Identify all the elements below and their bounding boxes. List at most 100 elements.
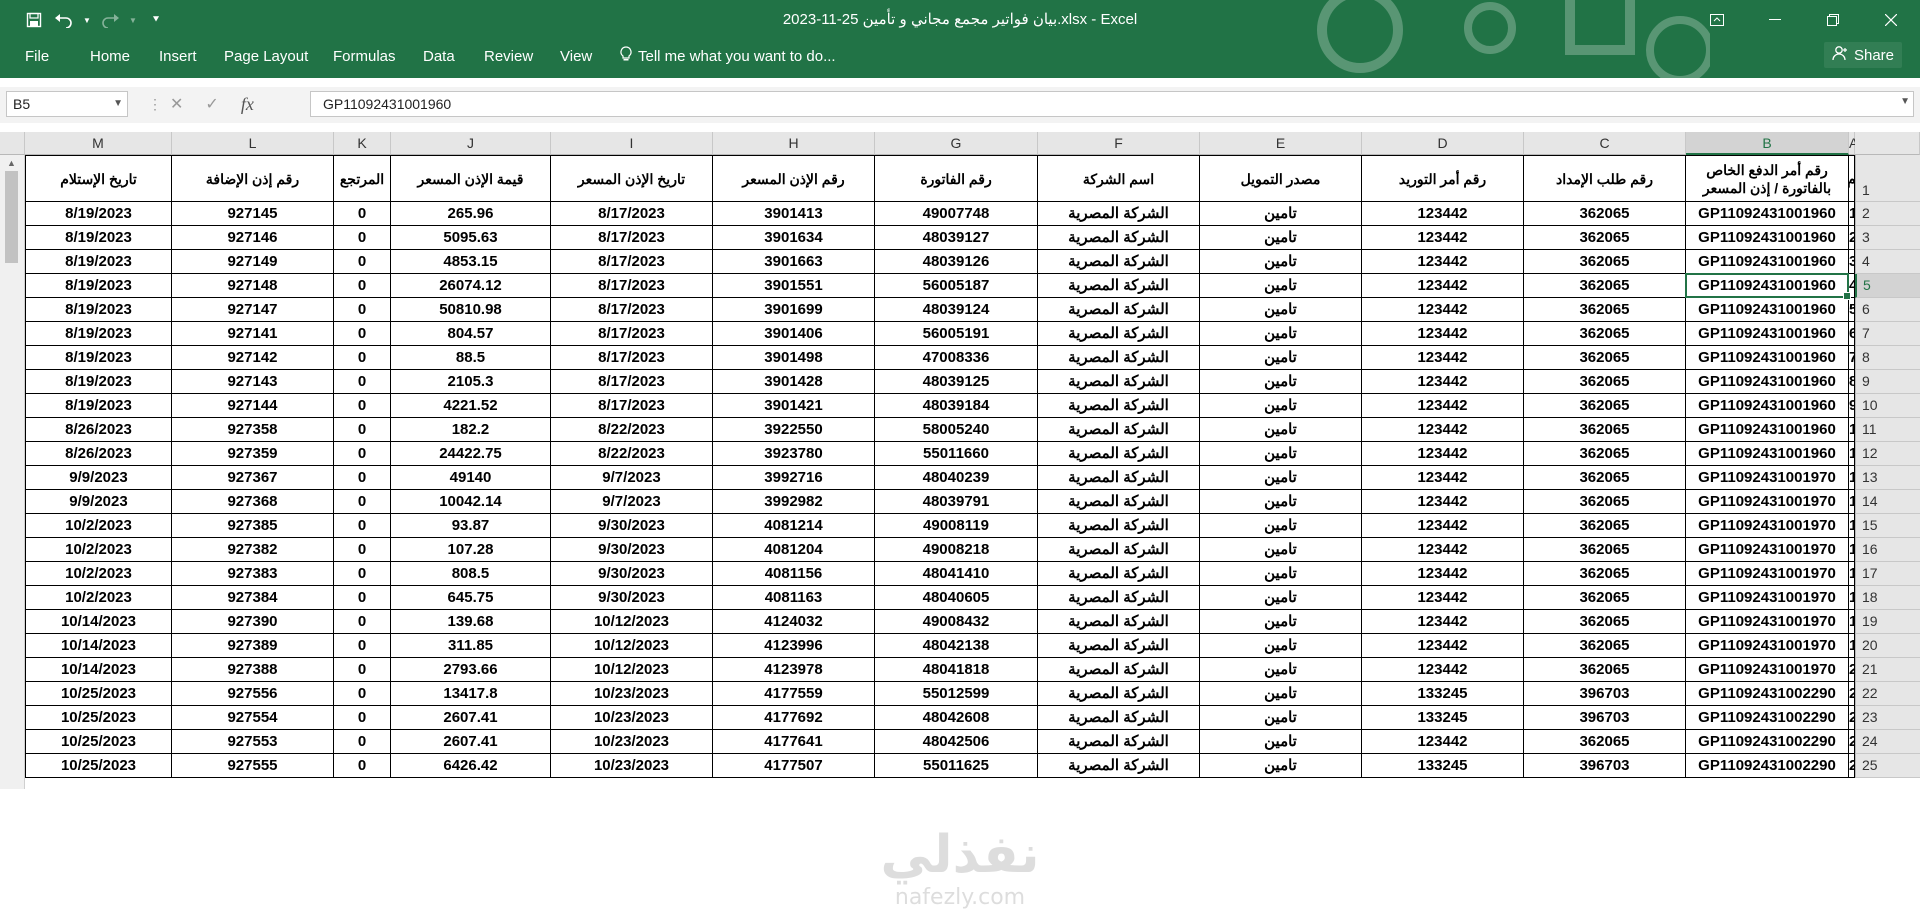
header-cell-h[interactable]: رقم الإذن المسعر [713, 155, 875, 202]
cell-g2[interactable]: 49007748 [875, 202, 1038, 226]
cell-h11[interactable]: 3922550 [713, 418, 875, 442]
cell-j15[interactable]: 93.87 [391, 514, 551, 538]
cell-f17[interactable]: الشركة المصرية [1038, 562, 1200, 586]
column-header-b[interactable]: B [1686, 132, 1849, 155]
cell-l24[interactable]: 927553 [172, 730, 334, 754]
cell-m21[interactable]: 10/14/2023 [25, 658, 172, 682]
column-header-e[interactable]: E [1200, 132, 1362, 155]
row-header-24[interactable]: 24 [1855, 730, 1920, 754]
cell-d19[interactable]: 123442 [1362, 610, 1524, 634]
header-cell-e[interactable]: مصدر التمويل [1200, 155, 1362, 202]
formula-bar-resize-handle[interactable]: ⋮ [148, 96, 162, 113]
cell-h17[interactable]: 4081156 [713, 562, 875, 586]
cell-h19[interactable]: 4124032 [713, 610, 875, 634]
header-cell-m[interactable]: تاريخ الإستلام [25, 155, 172, 202]
cell-b22[interactable]: GP11092431002290 [1686, 682, 1849, 706]
cell-l6[interactable]: 927147 [172, 298, 334, 322]
row-header-13[interactable]: 13 [1855, 466, 1920, 490]
cell-l17[interactable]: 927383 [172, 562, 334, 586]
column-header-m[interactable]: M [25, 132, 172, 155]
cell-i22[interactable]: 10/23/2023 [551, 682, 713, 706]
row-header-20[interactable]: 20 [1855, 634, 1920, 658]
cell-j3[interactable]: 5095.63 [391, 226, 551, 250]
cell-l3[interactable]: 927146 [172, 226, 334, 250]
cell-e25[interactable]: تامين [1200, 754, 1362, 778]
cell-e11[interactable]: تامين [1200, 418, 1362, 442]
cell-i11[interactable]: 8/22/2023 [551, 418, 713, 442]
expand-formula-bar-icon[interactable]: ▼ [1900, 96, 1910, 107]
chevron-down-icon[interactable]: ▼ [113, 92, 123, 116]
cell-i17[interactable]: 9/30/2023 [551, 562, 713, 586]
cell-g3[interactable]: 48039127 [875, 226, 1038, 250]
cell-m14[interactable]: 9/9/2023 [25, 490, 172, 514]
cell-h25[interactable]: 4177507 [713, 754, 875, 778]
cell-b14[interactable]: GP11092431001970 [1686, 490, 1849, 514]
cell-j20[interactable]: 311.85 [391, 634, 551, 658]
row-header-16[interactable]: 16 [1855, 538, 1920, 562]
cell-i12[interactable]: 8/22/2023 [551, 442, 713, 466]
cell-k24[interactable]: 0 [334, 730, 391, 754]
cell-i14[interactable]: 9/7/2023 [551, 490, 713, 514]
cell-d7[interactable]: 123442 [1362, 322, 1524, 346]
cancel-icon[interactable]: ✕ [170, 94, 183, 114]
cell-j23[interactable]: 2607.41 [391, 706, 551, 730]
cell-i4[interactable]: 8/17/2023 [551, 250, 713, 274]
cell-j16[interactable]: 107.28 [391, 538, 551, 562]
cell-h7[interactable]: 3901406 [713, 322, 875, 346]
cell-k3[interactable]: 0 [334, 226, 391, 250]
cell-m18[interactable]: 10/2/2023 [25, 586, 172, 610]
cell-g22[interactable]: 55012599 [875, 682, 1038, 706]
cell-b4[interactable]: GP11092431001960 [1686, 250, 1849, 274]
share-button[interactable]: Share [1823, 42, 1902, 68]
formula-input[interactable]: GP11092431001960 [310, 91, 1914, 117]
cell-e13[interactable]: تامين [1200, 466, 1362, 490]
cell-c7[interactable]: 362065 [1524, 322, 1686, 346]
cell-c18[interactable]: 362065 [1524, 586, 1686, 610]
cell-e17[interactable]: تامين [1200, 562, 1362, 586]
cell-g21[interactable]: 48041818 [875, 658, 1038, 682]
cell-b13[interactable]: GP11092431001970 [1686, 466, 1849, 490]
cell-l4[interactable]: 927149 [172, 250, 334, 274]
cell-m6[interactable]: 8/19/2023 [25, 298, 172, 322]
cell-e22[interactable]: تامين [1200, 682, 1362, 706]
insert-function-icon[interactable]: fx [241, 94, 254, 115]
cell-h20[interactable]: 4123996 [713, 634, 875, 658]
cell-i20[interactable]: 10/12/2023 [551, 634, 713, 658]
restore-icon[interactable] [1804, 0, 1862, 40]
cell-h6[interactable]: 3901699 [713, 298, 875, 322]
cell-e20[interactable]: تامين [1200, 634, 1362, 658]
cell-e14[interactable]: تامين [1200, 490, 1362, 514]
cell-d5[interactable]: 123442 [1362, 274, 1524, 298]
cell-l11[interactable]: 927358 [172, 418, 334, 442]
tab-file[interactable]: File [25, 48, 49, 65]
cell-f13[interactable]: الشركة المصرية [1038, 466, 1200, 490]
cell-m13[interactable]: 9/9/2023 [25, 466, 172, 490]
vertical-scrollbar[interactable]: ▲ [0, 155, 25, 789]
cell-d14[interactable]: 123442 [1362, 490, 1524, 514]
cell-e12[interactable]: تامين [1200, 442, 1362, 466]
cell-j4[interactable]: 4853.15 [391, 250, 551, 274]
cell-i9[interactable]: 8/17/2023 [551, 370, 713, 394]
cell-k21[interactable]: 0 [334, 658, 391, 682]
close-icon[interactable] [1862, 0, 1920, 40]
column-header-f[interactable]: F [1038, 132, 1200, 155]
cell-l8[interactable]: 927142 [172, 346, 334, 370]
row-header-17[interactable]: 17 [1855, 562, 1920, 586]
cell-j6[interactable]: 50810.98 [391, 298, 551, 322]
cell-g25[interactable]: 55011625 [875, 754, 1038, 778]
name-box[interactable]: B5 ▼ [6, 91, 128, 117]
cell-m17[interactable]: 10/2/2023 [25, 562, 172, 586]
cell-k23[interactable]: 0 [334, 706, 391, 730]
cell-d22[interactable]: 133245 [1362, 682, 1524, 706]
cell-c17[interactable]: 362065 [1524, 562, 1686, 586]
cell-h22[interactable]: 4177559 [713, 682, 875, 706]
cell-m4[interactable]: 8/19/2023 [25, 250, 172, 274]
cell-g18[interactable]: 48040605 [875, 586, 1038, 610]
cell-c5[interactable]: 362065 [1524, 274, 1686, 298]
cell-m23[interactable]: 10/25/2023 [25, 706, 172, 730]
cell-c21[interactable]: 362065 [1524, 658, 1686, 682]
cell-b12[interactable]: GP11092431001960 [1686, 442, 1849, 466]
cell-j21[interactable]: 2793.66 [391, 658, 551, 682]
cell-e7[interactable]: تامين [1200, 322, 1362, 346]
cell-c13[interactable]: 362065 [1524, 466, 1686, 490]
